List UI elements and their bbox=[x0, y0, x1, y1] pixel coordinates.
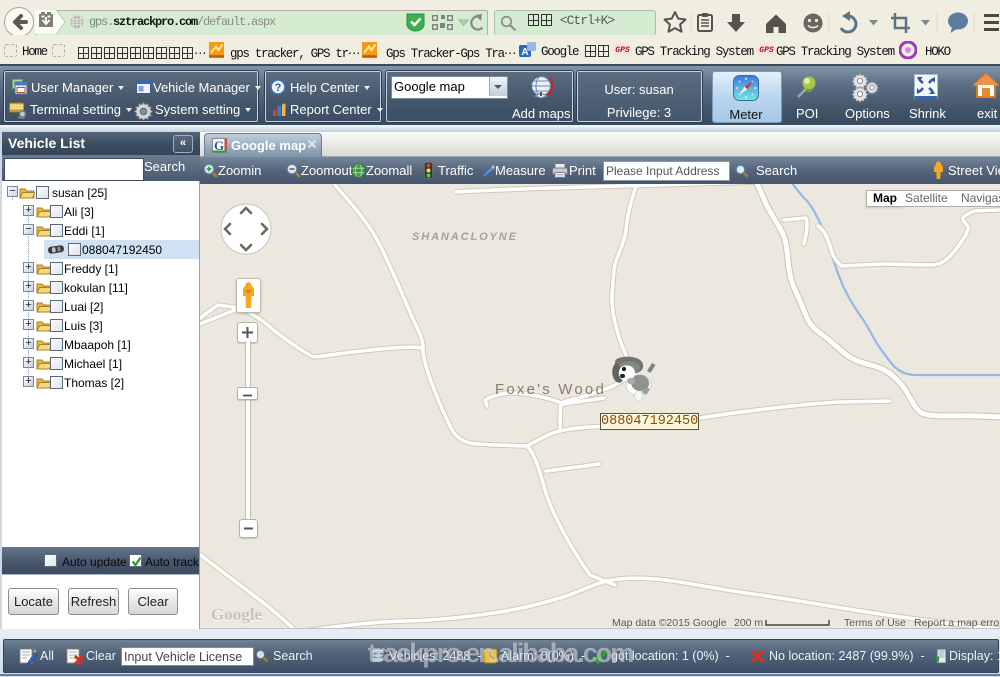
svg-text:G: G bbox=[214, 138, 224, 153]
svg-text:Terms of Use: Terms of Use bbox=[844, 617, 906, 628]
svg-text:Google: Google bbox=[211, 605, 262, 624]
svg-text:?: ? bbox=[275, 82, 282, 94]
svg-text:Foxe's Wood: Foxe's Wood bbox=[495, 381, 606, 398]
svg-text:Report a map error: Report a map error bbox=[914, 617, 1000, 628]
svg-text:SHANACLOYNE: SHANACLOYNE bbox=[412, 231, 518, 243]
svg-text:Map data ©2015 Google: Map data ©2015 Google bbox=[612, 617, 727, 628]
svg-text:200 m: 200 m bbox=[734, 617, 763, 628]
